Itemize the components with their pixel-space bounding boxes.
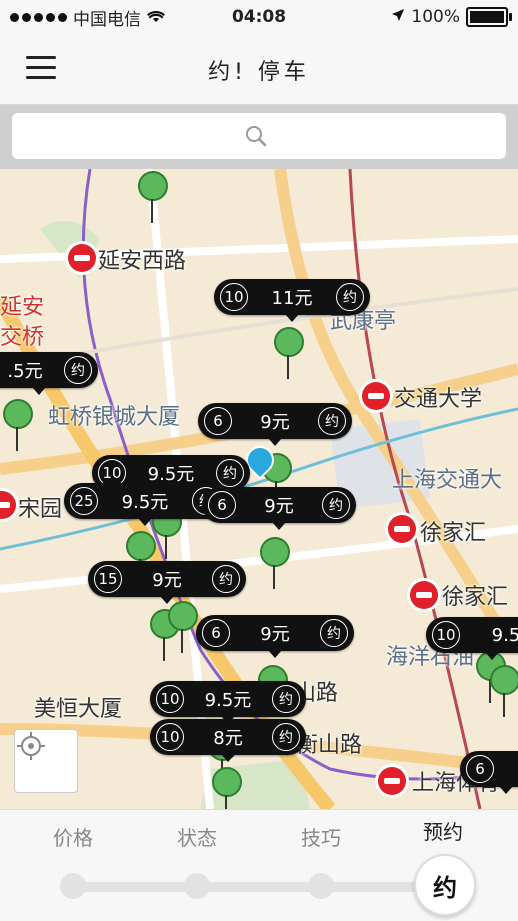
battery-percent: 100% bbox=[411, 7, 460, 27]
lot-count: 15 bbox=[94, 565, 122, 593]
search-icon bbox=[244, 124, 268, 148]
parking-lot-bubble[interactable]: 6 bbox=[460, 751, 518, 794]
tab-status[interactable]: 状态 bbox=[152, 822, 242, 851]
map-view[interactable]: 延安西路 武康亭 交通大学 虹桥银城大厦 上海交通大 宋园 徐家汇 徐家汇 美恒… bbox=[0, 169, 518, 809]
place-label: 衡山路 bbox=[296, 733, 363, 758]
lot-count: 6 bbox=[466, 755, 494, 783]
lot-price: 8元 bbox=[213, 728, 243, 749]
reserve-badge: 约 bbox=[272, 723, 300, 751]
lot-price: .5元 bbox=[7, 361, 43, 382]
lot-price: 9元 bbox=[260, 624, 290, 645]
reserve-slider-thumb[interactable]: 约 bbox=[414, 854, 476, 916]
parking-pin[interactable] bbox=[212, 767, 242, 809]
lot-count: 10 bbox=[432, 621, 460, 649]
lot-price: 11元 bbox=[271, 288, 313, 309]
place-label: 徐家汇 bbox=[442, 585, 509, 610]
tab-price[interactable]: 价格 bbox=[28, 822, 118, 851]
parking-lot-bubble[interactable]: 10 11元 约 bbox=[214, 279, 370, 322]
carrier-label: 中国电信 bbox=[73, 9, 141, 30]
parking-lot-bubble[interactable]: 10 8元 约 bbox=[150, 719, 306, 762]
place-label: 延安西路 bbox=[98, 249, 187, 274]
reserve-badge: 约 bbox=[212, 565, 240, 593]
parking-lot-bubble[interactable]: 15 9元 约 bbox=[88, 561, 246, 604]
lot-price: 9.5元 bbox=[204, 690, 252, 711]
place-label: 上海交通大 bbox=[392, 468, 503, 493]
place-label: 延安 bbox=[0, 295, 45, 320]
place-label: 宋园 bbox=[18, 497, 63, 522]
location-arrow-icon bbox=[391, 7, 405, 27]
lot-count: 10 bbox=[220, 283, 248, 311]
search-input[interactable] bbox=[12, 113, 506, 159]
parking-pin[interactable] bbox=[126, 531, 156, 583]
reserve-badge: 约 bbox=[336, 283, 364, 311]
tab-tips[interactable]: 技巧 bbox=[276, 822, 366, 851]
time-label: 04:08 bbox=[231, 7, 287, 27]
lot-count: 6 bbox=[204, 407, 232, 435]
reserve-badge: 约 bbox=[322, 491, 350, 519]
metro-icon bbox=[410, 581, 438, 609]
place-label: 虹桥银城大厦 bbox=[48, 405, 181, 430]
reserve-badge: 约 bbox=[318, 407, 346, 435]
lot-price: 9元 bbox=[260, 412, 290, 433]
lot-count: 6 bbox=[202, 619, 230, 647]
parking-lot-bubble[interactable]: 10 9.5元 约 bbox=[150, 681, 306, 724]
parking-pin[interactable] bbox=[274, 327, 304, 379]
reserve-badge: 约 bbox=[64, 356, 92, 384]
parking-pin[interactable] bbox=[3, 399, 33, 451]
metro-icon bbox=[378, 767, 406, 795]
parking-pin[interactable] bbox=[138, 171, 168, 223]
tab-reserve[interactable]: 预约 bbox=[398, 816, 488, 845]
parking-lot-bubble[interactable]: .5元 约 bbox=[0, 352, 98, 395]
lot-price: 9元 bbox=[264, 496, 294, 517]
signal-icon bbox=[10, 12, 67, 22]
page-title: 约! 停车 bbox=[208, 60, 310, 85]
reserve-badge: 约 bbox=[272, 685, 300, 713]
parking-lot-bubble[interactable]: 6 9元 约 bbox=[198, 403, 352, 446]
place-label: 徐家汇 bbox=[420, 521, 487, 546]
place-label: 交通大学 bbox=[394, 387, 483, 412]
search-bar bbox=[0, 105, 518, 169]
lot-price: 9元 bbox=[152, 570, 182, 591]
lot-count: 10 bbox=[156, 685, 184, 713]
slider-stop[interactable] bbox=[308, 873, 334, 899]
parking-pin[interactable] bbox=[490, 665, 518, 717]
parking-lot-bubble[interactable]: 6 9元 约 bbox=[202, 487, 356, 530]
place-label: 美恒大厦 bbox=[34, 697, 123, 722]
lot-price: 9.5 bbox=[491, 624, 518, 646]
metro-icon bbox=[68, 244, 96, 272]
reserve-badge: 约 bbox=[216, 459, 244, 487]
parking-lot-bubble[interactable]: 6 9元 约 bbox=[196, 615, 354, 658]
lot-count: 10 bbox=[156, 723, 184, 751]
parking-lot-bubble[interactable]: 10 9.5 bbox=[426, 617, 518, 660]
bottom-filter-bar: 价格 状态 技巧 预约 约 bbox=[0, 809, 518, 921]
slider-track[interactable] bbox=[72, 882, 446, 892]
slider-stop[interactable] bbox=[184, 873, 210, 899]
reserve-badge: 约 bbox=[320, 619, 348, 647]
lot-count: 25 bbox=[70, 487, 98, 515]
lot-count: 6 bbox=[208, 491, 236, 519]
lot-price: 9.5元 bbox=[121, 492, 169, 513]
battery-icon bbox=[466, 7, 512, 27]
wifi-icon bbox=[147, 8, 165, 27]
slider-stop[interactable] bbox=[60, 873, 86, 899]
parking-pin[interactable] bbox=[168, 601, 198, 653]
metro-icon bbox=[388, 515, 416, 543]
metro-icon bbox=[362, 382, 390, 410]
status-bar: 中国电信 04:08 100% bbox=[0, 0, 518, 34]
nav-bar: 约! 停车 bbox=[0, 34, 518, 105]
locate-me-button[interactable] bbox=[14, 729, 78, 793]
place-label: 交桥 bbox=[0, 325, 45, 350]
parking-pin[interactable] bbox=[260, 537, 290, 589]
